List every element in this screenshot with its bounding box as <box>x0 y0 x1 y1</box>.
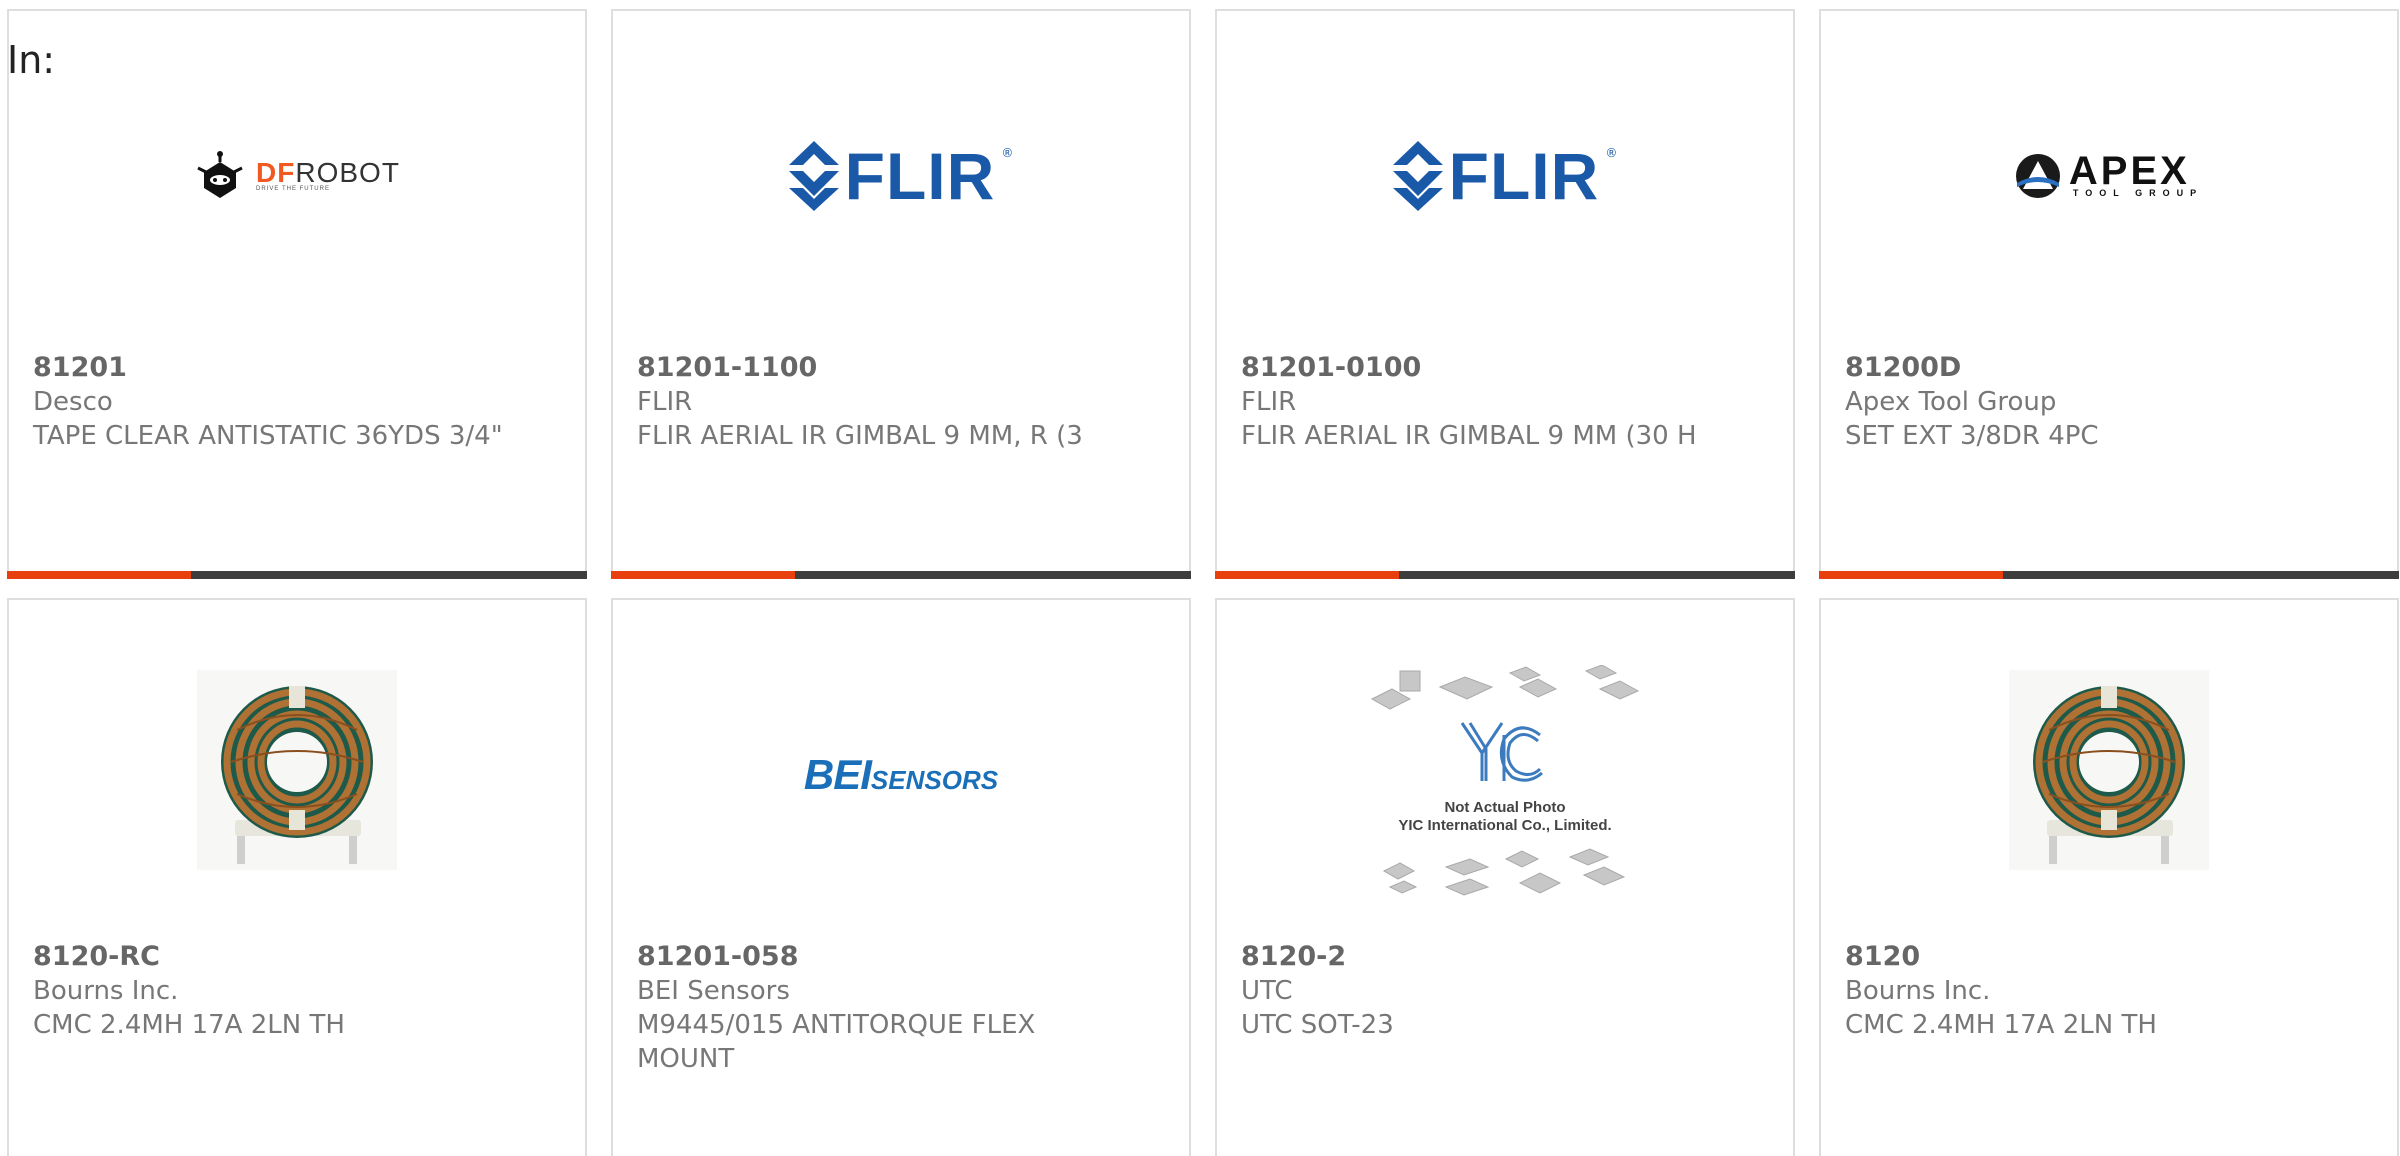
manufacturer: BEI Sensors <box>637 976 790 1006</box>
diamond-icon <box>1392 141 1443 211</box>
description: UTC SOT-23 <box>1241 1010 1394 1040</box>
description: FLIR AERIAL IR GIMBAL 9 MM, R (3 <box>637 421 1083 451</box>
logo-apex-text: APEX <box>2068 149 2190 193</box>
product-info: 81201 Desco TAPE CLEAR ANTISTATIC 36YDS … <box>33 351 533 453</box>
card-accent <box>611 571 795 579</box>
manufacturer: Desco <box>33 387 113 417</box>
product-image[interactable] <box>9 600 585 940</box>
product-image[interactable]: BEI SENSORS <box>613 600 1189 940</box>
product-card[interactable]: 8120 Bourns Inc. CMC 2.4MH 17A 2LN TH <box>1819 598 2399 1156</box>
toroid-inductor-photo <box>197 670 397 870</box>
chip-placeholder-icon <box>1370 664 1640 896</box>
flir-logo: FLIR ® <box>788 138 1014 214</box>
product-info: 8120-RC Bourns Inc. CMC 2.4MH 17A 2LN TH <box>33 940 533 1042</box>
manufacturer: FLIR <box>637 387 693 417</box>
placeholder-caption: Not Actual Photo <box>1444 799 1566 816</box>
logo-registered-mark: ® <box>1605 146 1618 160</box>
card-accent <box>1215 571 1399 579</box>
filter-label: In: <box>7 38 56 82</box>
part-number[interactable]: 81200D <box>1845 351 2345 385</box>
manufacturer: UTC <box>1241 976 1293 1006</box>
apex-logo: APEX TOOL GROUP <box>2015 149 2204 199</box>
part-number[interactable]: 81201 <box>33 351 533 385</box>
description: TAPE CLEAR ANTISTATIC 36YDS 3/4" <box>33 421 503 451</box>
diamond-icon <box>788 141 839 211</box>
logo-flir-text: FLIR <box>844 139 996 213</box>
logo-sensors-text: SENSORS <box>870 765 999 795</box>
card-accent <box>1819 571 2003 579</box>
product-image[interactable]: FLIR ® <box>1217 11 1793 351</box>
part-number[interactable]: 81201-0100 <box>1241 351 1741 385</box>
product-image[interactable]: Not Actual Photo YIC International Co., … <box>1217 600 1793 940</box>
manufacturer: Apex Tool Group <box>1845 387 2057 417</box>
logo-flir-text: FLIR <box>1448 139 1600 213</box>
logo-bei-text: BEI <box>803 751 872 798</box>
product-info: 8120-2 UTC UTC SOT-23 <box>1241 940 1741 1042</box>
manufacturer: Bourns Inc. <box>1845 976 1991 1006</box>
description: FLIR AERIAL IR GIMBAL 9 MM (30 H <box>1241 421 1697 451</box>
product-info: 81201-0100 FLIR FLIR AERIAL IR GIMBAL 9 … <box>1241 351 1741 453</box>
product-card[interactable]: Not Actual Photo YIC International Co., … <box>1215 598 1795 1156</box>
bei-sensors-logo: BEI SENSORS <box>804 751 998 799</box>
product-image[interactable]: DFROBOT DRIVE THE FUTURE <box>9 11 585 351</box>
logo-tagline: TOOL GROUP <box>2072 188 2204 198</box>
card-bottom-bar <box>1215 571 1795 579</box>
dfrobot-logo: DFROBOT DRIVE THE FUTURE <box>194 150 400 202</box>
card-accent <box>7 571 191 579</box>
product-card[interactable]: FLIR ® 81201-1100 FLIR FLIR AERIAL IR GI… <box>611 9 1191 579</box>
product-image[interactable] <box>1821 600 2397 940</box>
card-bottom-bar <box>1819 571 2399 579</box>
yic-placeholder: Not Actual Photo YIC International Co., … <box>1370 664 1640 915</box>
product-card[interactable]: FLIR ® 81201-0100 FLIR FLIR AERIAL IR GI… <box>1215 9 1795 579</box>
card-bottom-bar <box>7 571 587 579</box>
product-card[interactable]: DFROBOT DRIVE THE FUTURE 81201 Desco TAP… <box>7 9 587 579</box>
product-image[interactable]: APEX TOOL GROUP <box>1821 11 2397 351</box>
product-info: 8120 Bourns Inc. CMC 2.4MH 17A 2LN TH <box>1845 940 2345 1042</box>
product-results-page: In: DFROBOT DRIVE THE FUTURE 81201 Desco… <box>0 0 2400 1156</box>
logo-registered-mark: ® <box>1001 146 1014 160</box>
product-card[interactable]: APEX TOOL GROUP 81200D Apex Tool Group S… <box>1819 9 2399 579</box>
toroid-inductor-photo <box>2009 670 2209 870</box>
product-image[interactable]: FLIR ® <box>613 11 1189 351</box>
apex-globe-icon <box>2015 154 2060 198</box>
part-number[interactable]: 8120-2 <box>1241 940 1741 974</box>
description: CMC 2.4MH 17A 2LN TH <box>33 1010 345 1040</box>
robot-head-icon <box>197 151 243 198</box>
part-number[interactable]: 8120 <box>1845 940 2345 974</box>
part-number[interactable]: 81201-1100 <box>637 351 1137 385</box>
card-bottom-bar <box>611 571 1191 579</box>
logo-df-text: DF <box>256 157 296 188</box>
product-card[interactable]: 8120-RC Bourns Inc. CMC 2.4MH 17A 2LN TH <box>7 598 587 1156</box>
flir-logo: FLIR ® <box>1392 138 1618 214</box>
placeholder-company: YIC International Co., Limited. <box>1398 817 1612 834</box>
product-info: 81200D Apex Tool Group SET EXT 3/8DR 4PC <box>1845 351 2345 453</box>
description: SET EXT 3/8DR 4PC <box>1845 421 2099 451</box>
manufacturer: Bourns Inc. <box>33 976 179 1006</box>
logo-robot-text: ROBOT <box>295 157 400 188</box>
product-card[interactable]: BEI SENSORS 81201-058 BEI Sensors M9445/… <box>611 598 1191 1156</box>
product-info: 81201-058 BEI Sensors M9445/015 ANTITORQ… <box>637 940 1137 1076</box>
part-number[interactable]: 8120-RC <box>33 940 533 974</box>
description: CMC 2.4MH 17A 2LN TH <box>1845 1010 2157 1040</box>
manufacturer: FLIR <box>1241 387 1297 417</box>
part-number[interactable]: 81201-058 <box>637 940 1137 974</box>
product-info: 81201-1100 FLIR FLIR AERIAL IR GIMBAL 9 … <box>637 351 1137 453</box>
description: M9445/015 ANTITORQUE FLEX MOUNT <box>637 1010 1036 1074</box>
